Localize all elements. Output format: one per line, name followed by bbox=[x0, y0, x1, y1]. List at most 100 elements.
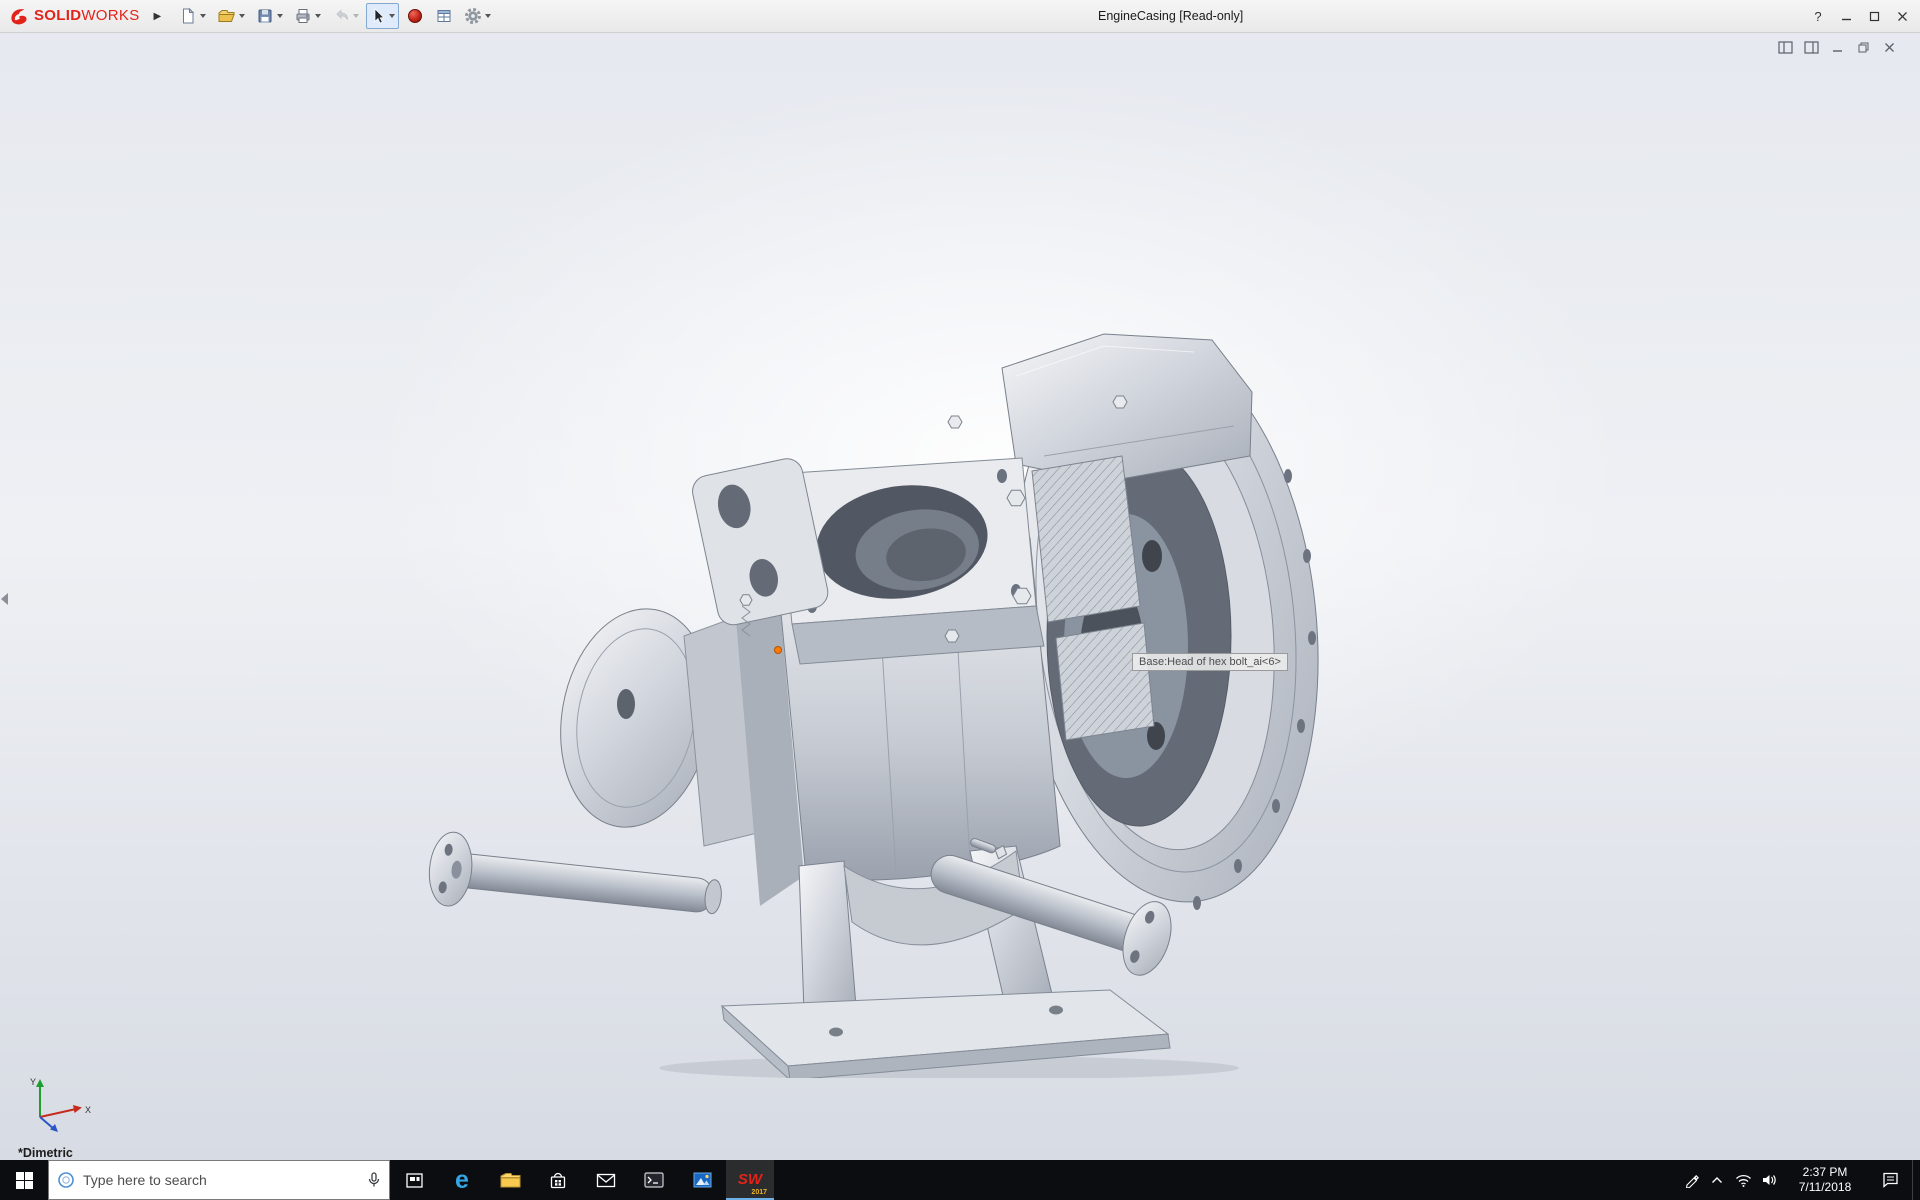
view-orientation-label: *Dimetric bbox=[18, 1146, 73, 1160]
solidworks-version-badge: 2017 bbox=[751, 1189, 767, 1196]
panel-collapse-arrow[interactable] bbox=[1, 593, 8, 605]
triad-x-label: X bbox=[85, 1105, 91, 1115]
print-button[interactable] bbox=[290, 3, 325, 29]
chevron-down-icon[interactable] bbox=[389, 14, 395, 18]
taskbar-clock[interactable]: 2:37 PM 7/11/2018 bbox=[1782, 1160, 1868, 1200]
doc-close-button[interactable] bbox=[1880, 39, 1898, 55]
volume-button[interactable] bbox=[1756, 1160, 1782, 1200]
mail-button[interactable] bbox=[582, 1160, 630, 1200]
file-explorer-button[interactable] bbox=[486, 1160, 534, 1200]
photos-icon bbox=[693, 1172, 712, 1188]
system-tray: 2:37 PM 7/11/2018 bbox=[1678, 1160, 1920, 1200]
solidworks-app-button[interactable]: SW 2017 bbox=[726, 1160, 774, 1200]
doc-minimize-button[interactable] bbox=[1828, 39, 1846, 55]
doc-restore-button[interactable] bbox=[1854, 39, 1872, 55]
close-icon bbox=[1883, 41, 1896, 54]
standard-toolbar bbox=[175, 3, 495, 29]
pane-left-button[interactable] bbox=[1776, 39, 1794, 55]
titlebar: SOLIDWORKS ▶ bbox=[0, 0, 1920, 33]
solidworks-app-icon: SW bbox=[738, 1174, 762, 1186]
solidworks-logo-text: SOLIDWORKS bbox=[34, 7, 140, 25]
action-center-button[interactable] bbox=[1868, 1160, 1912, 1200]
hidden-icons-button[interactable] bbox=[1704, 1160, 1730, 1200]
chevron-down-icon[interactable] bbox=[200, 14, 206, 18]
edge-icon: e bbox=[455, 1166, 469, 1195]
store-button[interactable] bbox=[534, 1160, 582, 1200]
wifi-icon bbox=[1735, 1174, 1752, 1187]
help-button[interactable]: ? bbox=[1804, 5, 1832, 29]
minimize-button[interactable] bbox=[1832, 5, 1860, 29]
chevron-down-icon[interactable] bbox=[315, 14, 321, 18]
minimize-icon bbox=[1831, 41, 1844, 54]
console-button[interactable] bbox=[630, 1160, 678, 1200]
menu-expand-arrow[interactable]: ▶ bbox=[146, 11, 170, 22]
windows-taskbar: e bbox=[0, 1160, 1920, 1200]
appearance-sphere-icon bbox=[406, 7, 424, 25]
window-title: EngineCasing [Read-only] bbox=[1098, 9, 1243, 23]
task-view-button[interactable] bbox=[390, 1160, 438, 1200]
file-properties-button[interactable] bbox=[431, 3, 457, 29]
cortana-circle-icon bbox=[57, 1171, 75, 1189]
triad-y-label: Y bbox=[30, 1077, 36, 1087]
file-explorer-icon bbox=[500, 1172, 521, 1189]
clock-time: 2:37 PM bbox=[1803, 1165, 1848, 1180]
solidworks-logo: SOLIDWORKS bbox=[0, 5, 146, 27]
chevron-down-icon[interactable] bbox=[277, 14, 283, 18]
action-center-icon bbox=[1882, 1172, 1899, 1188]
chevron-down-icon[interactable] bbox=[239, 14, 245, 18]
speaker-icon bbox=[1761, 1173, 1777, 1187]
print-icon bbox=[294, 7, 312, 25]
clock-date: 7/11/2018 bbox=[1799, 1180, 1852, 1195]
pane-right-button[interactable] bbox=[1802, 39, 1820, 55]
graphics-viewport[interactable]: Base:Head of hex bolt_ai<6> Y X *Dimetri… bbox=[0, 33, 1920, 1160]
mail-icon bbox=[596, 1173, 616, 1188]
minimize-icon bbox=[1841, 11, 1852, 22]
options-button[interactable] bbox=[460, 3, 495, 29]
window-controls: ? bbox=[1804, 0, 1916, 33]
pane-icon bbox=[1804, 41, 1819, 54]
start-button[interactable] bbox=[0, 1160, 48, 1200]
hover-tooltip: Base:Head of hex bolt_ai<6> bbox=[1132, 653, 1288, 671]
microphone-icon[interactable] bbox=[367, 1171, 381, 1189]
triad-z-axis bbox=[50, 1124, 58, 1132]
restore-icon bbox=[1857, 41, 1870, 54]
task-view-icon bbox=[405, 1172, 424, 1189]
ds-logo-icon bbox=[8, 5, 30, 27]
engine-casing-model[interactable] bbox=[404, 306, 1322, 1078]
taskbar-search[interactable] bbox=[48, 1160, 390, 1200]
select-tool-button[interactable] bbox=[366, 3, 399, 29]
appearance-sphere-button[interactable] bbox=[402, 3, 428, 29]
windows-ink-button[interactable] bbox=[1678, 1160, 1704, 1200]
console-icon bbox=[644, 1172, 664, 1188]
chevron-down-icon[interactable] bbox=[353, 14, 359, 18]
open-button[interactable] bbox=[213, 3, 249, 29]
document-window-controls bbox=[1776, 39, 1898, 55]
select-cursor-icon bbox=[370, 7, 386, 25]
logo-text-solid: SOLID bbox=[34, 7, 81, 24]
new-document-button[interactable] bbox=[175, 3, 210, 29]
save-button[interactable] bbox=[252, 3, 287, 29]
open-folder-icon bbox=[217, 7, 236, 25]
store-bag-icon bbox=[549, 1171, 567, 1190]
undo-button[interactable] bbox=[328, 3, 363, 29]
network-button[interactable] bbox=[1730, 1160, 1756, 1200]
selection-point bbox=[775, 647, 782, 654]
file-properties-icon bbox=[435, 7, 453, 25]
maximize-button[interactable] bbox=[1860, 5, 1888, 29]
photos-button[interactable] bbox=[678, 1160, 726, 1200]
save-icon bbox=[256, 7, 274, 25]
search-input[interactable] bbox=[83, 1172, 359, 1188]
close-icon bbox=[1897, 11, 1908, 22]
solidworks-window: SOLIDWORKS ▶ bbox=[0, 0, 1920, 1200]
windows-logo-icon bbox=[16, 1172, 33, 1189]
new-document-icon bbox=[179, 7, 197, 25]
show-desktop-button[interactable] bbox=[1912, 1160, 1920, 1200]
edge-button[interactable]: e bbox=[438, 1160, 486, 1200]
close-button[interactable] bbox=[1888, 5, 1916, 29]
chevron-down-icon[interactable] bbox=[485, 14, 491, 18]
gear-icon bbox=[464, 7, 482, 25]
pen-icon bbox=[1684, 1173, 1699, 1188]
maximize-icon bbox=[1869, 11, 1880, 22]
orientation-triad[interactable]: Y X bbox=[22, 1071, 98, 1135]
logo-text-works: WORKS bbox=[81, 7, 139, 24]
